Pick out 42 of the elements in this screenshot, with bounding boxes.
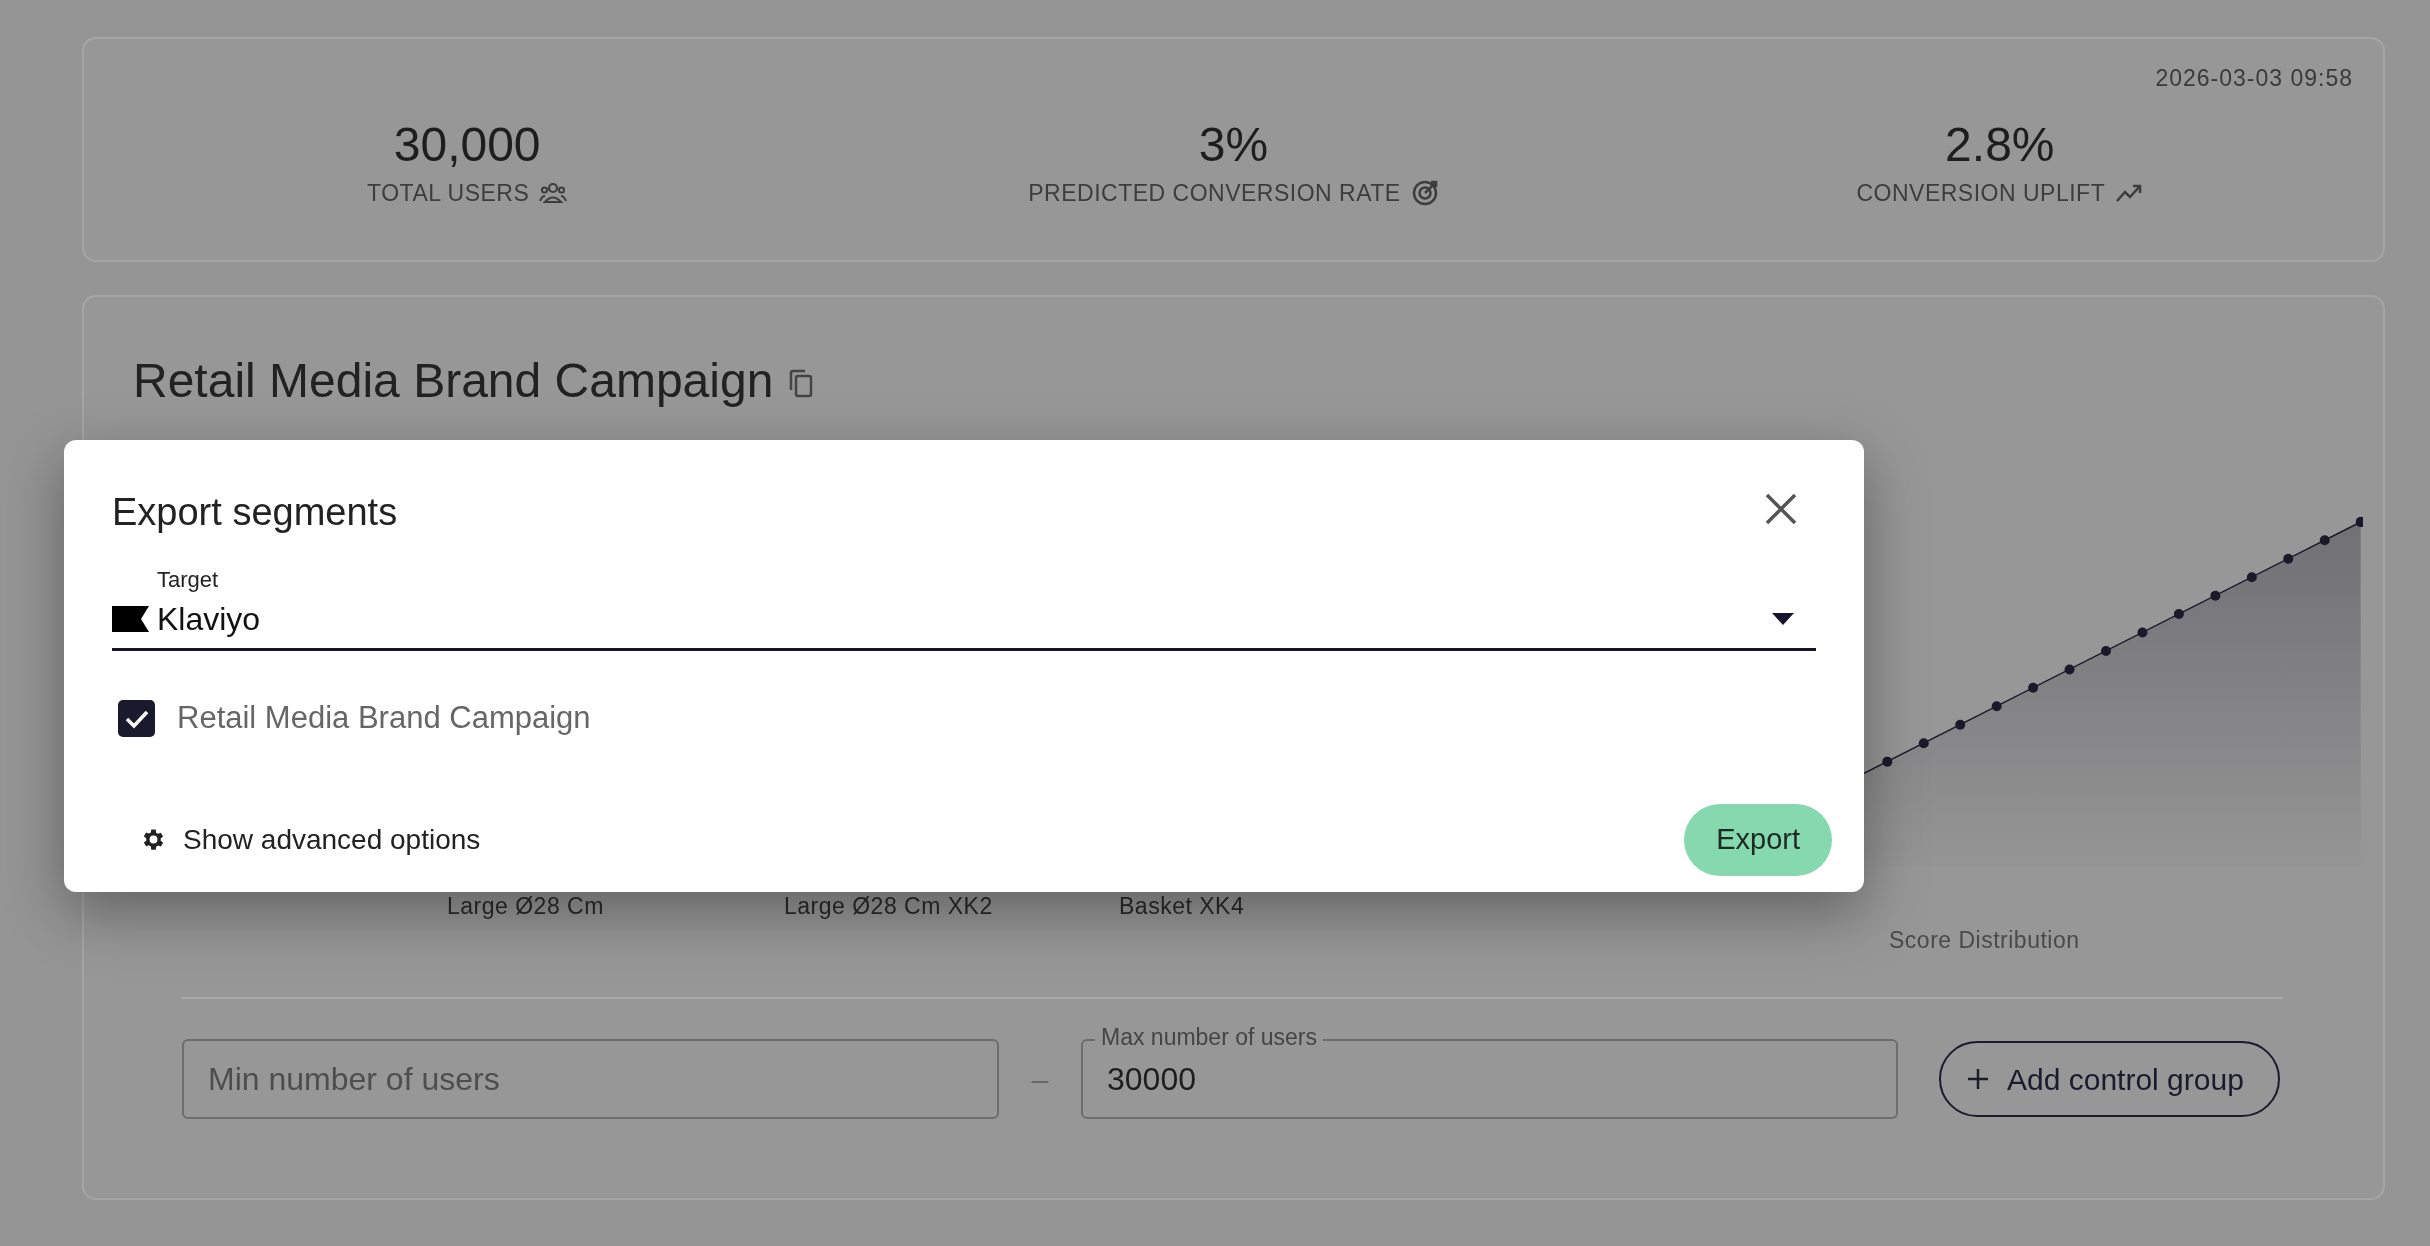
chart-point [2355, 516, 2363, 527]
chart-point [2101, 646, 2111, 656]
stat-value: 2.8% [1945, 119, 2055, 172]
check-icon [124, 708, 149, 729]
advanced-options-button[interactable]: Show advanced options [112, 818, 481, 861]
stat-value: 3% [1198, 119, 1269, 172]
chart-point [2137, 627, 2148, 638]
chart-point [2173, 609, 2184, 620]
chart-point [2064, 664, 2075, 675]
target-icon [1410, 179, 1439, 208]
plus-icon [1967, 1068, 1989, 1090]
checkbox-label: Retail Media Brand Campaign [177, 699, 591, 738]
axis-label: Large Ø28 Cm XK2 [784, 892, 993, 921]
caret-icon[interactable] [1772, 613, 1794, 626]
chart-point [1918, 738, 1929, 749]
chart-point [1991, 701, 2002, 712]
axis-label: Large Ø28 Cm [447, 892, 604, 921]
chart-point [2246, 572, 2257, 583]
field-label: Target [157, 567, 219, 594]
flag-icon [112, 606, 149, 633]
chart-caption: Score Distribution [1888, 925, 2081, 955]
checkbox[interactable] [118, 700, 155, 738]
chart-point [2028, 682, 2039, 693]
dialog-title: Export segments [112, 490, 398, 535]
chart-point [1955, 719, 1966, 730]
stat-label: CONVERSION UPLIFT [1856, 178, 2106, 208]
close-button[interactable] [1764, 492, 1798, 526]
target-select-value[interactable]: Klaviyo [157, 600, 261, 639]
chart-point [1882, 756, 1893, 767]
stat-label: PREDICTED CONVERSION RATE [1028, 178, 1401, 208]
export-button[interactable]: Export [1684, 803, 1832, 876]
add-control-group-button[interactable]: Add control group [1939, 1041, 2280, 1117]
range-dash: – [1030, 1061, 1050, 1098]
axis-label: Basket XK4 [1119, 892, 1245, 921]
stat-value: 30,000 [393, 119, 541, 172]
min-users-field[interactable]: Min number of users [182, 1039, 999, 1119]
stat-label: TOTAL USERS [367, 178, 530, 208]
chart-point [2319, 535, 2330, 546]
campaign-title: Retail Media Brand Campaign [133, 353, 774, 409]
chart-point [2210, 590, 2221, 601]
chart-point [2283, 553, 2294, 564]
timestamp: 2026-03-03 09:58 [2155, 64, 2353, 93]
